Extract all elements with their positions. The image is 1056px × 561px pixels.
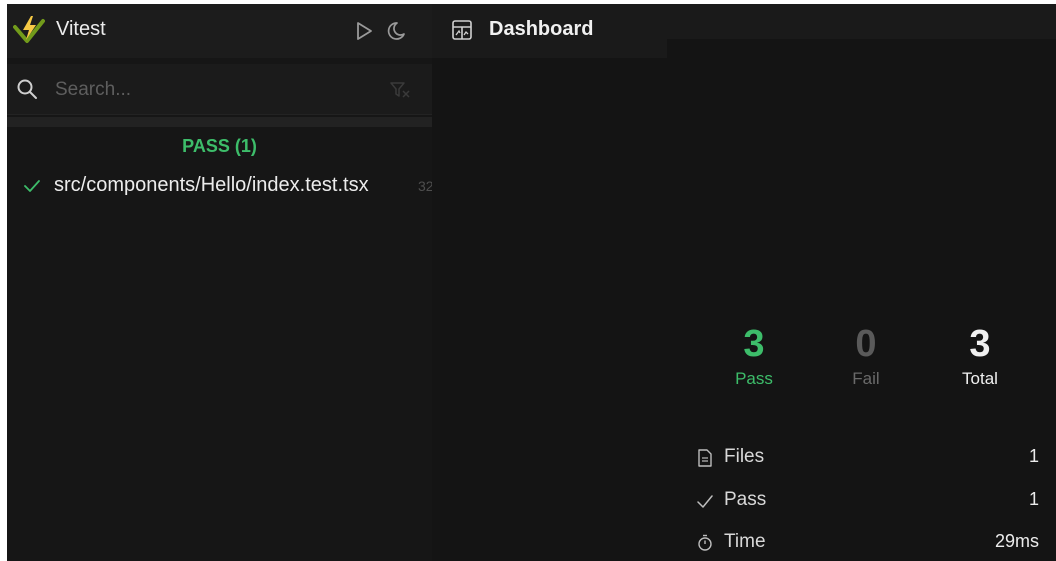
stat-pass-label: Pass (735, 369, 773, 388)
app-window: Vitest Search... PASS (1) src/components… (7, 4, 1056, 561)
stat-total-value: 3 (969, 323, 991, 365)
search-bar (7, 64, 432, 115)
page-title: Dashboard (489, 18, 594, 40)
summary-pass-label: Pass (724, 489, 767, 510)
filter-clear-icon[interactable] (390, 81, 410, 99)
file-icon (698, 449, 712, 467)
summary-files-value: 1 (1028, 446, 1039, 466)
group-separator (7, 117, 432, 127)
stat-pass-value: 3 (743, 323, 765, 365)
main-header: Dashboard (432, 4, 667, 58)
test-file-row[interactable]: src/components/Hello/index.test.tsx 32 (7, 168, 439, 204)
stat-fail-value: 0 (855, 323, 877, 365)
stat-pass: 3 Pass (704, 322, 804, 391)
pass-group-header: PASS (1) (182, 136, 257, 156)
check-icon (697, 495, 713, 508)
summary-files-label: Files (724, 446, 765, 467)
moon-icon (387, 22, 405, 40)
stat-total: 3 Total (930, 322, 1030, 391)
summary-files: Files 1 (697, 443, 1039, 473)
test-file-duration: 32 (418, 178, 432, 194)
stat-fail: 0 Fail (816, 322, 916, 391)
dashboard-icon (452, 20, 472, 40)
run-all-button[interactable] (353, 20, 375, 42)
app-title: Vitest (56, 18, 106, 40)
summary-time-label: Time (724, 531, 766, 552)
search-icon (17, 79, 37, 99)
summary-time: Time 29ms (697, 528, 1039, 558)
theme-toggle-button[interactable] (385, 20, 407, 42)
summary-pass-value: 1 (1028, 489, 1039, 509)
vitest-logo-icon (13, 16, 45, 43)
test-file-name: src/components/Hello/index.test.tsx (54, 174, 369, 196)
stat-total-label: Total (962, 369, 998, 388)
stopwatch-icon (698, 534, 712, 551)
sidebar-header: Vitest (7, 4, 432, 58)
header-band (667, 4, 1056, 39)
search-input[interactable] (53, 74, 387, 106)
stat-fail-label: Fail (852, 369, 880, 388)
sidebar: Vitest Search... PASS (1) src/components… (7, 4, 432, 561)
summary-time-value: 29ms (994, 531, 1039, 551)
summary-pass: Pass 1 (697, 486, 1039, 516)
check-icon (24, 180, 40, 192)
play-icon (357, 22, 372, 40)
